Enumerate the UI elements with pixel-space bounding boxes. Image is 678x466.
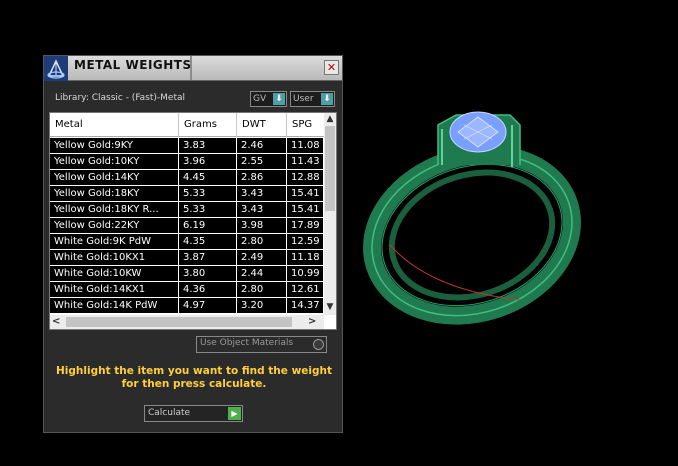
scroll-right-icon[interactable]: > xyxy=(308,315,320,329)
dwt-cell: 2.49 xyxy=(237,250,287,265)
spg-cell: 12.88 xyxy=(287,170,324,185)
ring-icon xyxy=(363,111,581,325)
use-object-materials-toggle[interactable]: Use Object Materials xyxy=(196,336,327,353)
table-row[interactable]: White Gold:9K PdW 4.35 2.80 12.59 xyxy=(50,234,324,250)
panel-title: METAL WEIGHTS xyxy=(74,58,192,72)
grams-cell: 3.83 xyxy=(179,138,237,153)
viewport: METAL WEIGHTS ✕ Library: Classic - (Fast… xyxy=(0,0,678,466)
toggle-circle-icon xyxy=(313,339,324,350)
grams-cell: 5.33 xyxy=(179,186,237,201)
title-separator xyxy=(190,56,192,80)
spg-cell: 12.59 xyxy=(287,234,324,249)
vertical-scrollbar[interactable]: ▲ ▼ xyxy=(324,113,336,315)
table-row[interactable]: White Gold:10KW 3.80 2.44 10.99 xyxy=(50,266,324,282)
grams-cell: 4.35 xyxy=(179,234,237,249)
column-header-grams[interactable]: Grams xyxy=(179,113,237,137)
column-header-metal[interactable]: Metal xyxy=(50,113,179,137)
dwt-cell: 3.20 xyxy=(237,298,287,313)
spg-cell: 15.41 xyxy=(287,202,324,217)
spg-cell: 12.61 xyxy=(287,282,324,297)
spg-cell: 11.08 xyxy=(287,138,324,153)
metal-cell: Yellow Gold:10KY xyxy=(50,154,179,169)
metal-cell: White Gold:10KX1 xyxy=(50,250,179,265)
table-row[interactable]: White Gold:14K PdW 4.97 3.20 14.37 xyxy=(50,298,324,314)
dwt-cell: 3.43 xyxy=(237,202,287,217)
logo-icon xyxy=(44,56,68,81)
spg-cell: 14.37 xyxy=(287,298,324,313)
library-label: Library: Classic - (Fast)-Metal xyxy=(55,93,186,103)
close-button[interactable]: ✕ xyxy=(324,60,339,75)
grams-cell: 4.45 xyxy=(179,170,237,185)
metal-weights-panel: METAL WEIGHTS ✕ Library: Classic - (Fast… xyxy=(43,55,343,433)
metal-cell: Yellow Gold:18KY R... xyxy=(50,202,179,217)
metal-cell: White Gold:14K PdW xyxy=(50,298,179,313)
use-object-materials-label: Use Object Materials xyxy=(200,338,294,348)
metal-cell: White Gold:14KX1 xyxy=(50,282,179,297)
scroll-up-icon[interactable]: ▲ xyxy=(324,113,336,125)
grams-cell: 6.19 xyxy=(179,218,237,233)
user-dropdown[interactable]: User ⬇ xyxy=(290,91,335,107)
dwt-cell: 2.46 xyxy=(237,138,287,153)
spg-cell: 17.89 xyxy=(287,218,324,233)
calculate-label: Calculate xyxy=(148,408,191,418)
grams-cell: 4.97 xyxy=(179,298,237,313)
metal-cell: Yellow Gold:22KY xyxy=(50,218,179,233)
calculate-button[interactable]: Calculate ▶ xyxy=(144,405,243,422)
gv-dropdown-label: GV xyxy=(253,94,267,104)
dropdown-arrow-icon: ⬇ xyxy=(321,93,333,105)
table-header: Metal Grams DWT SPG xyxy=(50,113,324,137)
table-row[interactable]: Yellow Gold:18KY 5.33 3.43 15.41 xyxy=(50,186,324,202)
table-row[interactable]: Yellow Gold:10KY 3.96 2.55 11.43 xyxy=(50,154,324,170)
dwt-cell: 2.80 xyxy=(237,234,287,249)
table-row[interactable]: White Gold:10KX1 3.87 2.49 11.18 xyxy=(50,250,324,266)
dwt-cell: 2.55 xyxy=(237,154,287,169)
spg-cell: 11.18 xyxy=(287,250,324,265)
table-row[interactable]: Yellow Gold:22KY 6.19 3.98 17.89 xyxy=(50,218,324,234)
table-row[interactable]: Yellow Gold:18KY R... 5.33 3.43 15.41 xyxy=(50,202,324,218)
dwt-cell: 3.98 xyxy=(237,218,287,233)
metal-cell: Yellow Gold:14KY xyxy=(50,170,179,185)
dropdown-arrow-icon: ⬇ xyxy=(273,93,285,105)
table-row[interactable]: Yellow Gold:9KY 3.83 2.46 11.08 xyxy=(50,138,324,154)
table-row[interactable]: Yellow Gold:14KY 4.45 2.86 12.88 xyxy=(50,170,324,186)
grams-cell: 3.80 xyxy=(179,266,237,281)
gv-dropdown[interactable]: GV ⬇ xyxy=(250,91,287,107)
grams-cell: 3.96 xyxy=(179,154,237,169)
spg-cell: 10.99 xyxy=(287,266,324,281)
dwt-cell: 3.43 xyxy=(237,186,287,201)
close-icon: ✕ xyxy=(326,61,337,74)
dwt-cell: 2.80 xyxy=(237,282,287,297)
metal-cell: Yellow Gold:18KY xyxy=(50,186,179,201)
spg-cell: 15.41 xyxy=(287,186,324,201)
user-dropdown-label: User xyxy=(293,94,314,104)
title-bar: METAL WEIGHTS ✕ xyxy=(44,56,342,81)
table-body: Yellow Gold:9KY 3.83 2.46 11.08 Yellow Gold… xyxy=(50,138,324,314)
horizontal-scroll-thumb[interactable] xyxy=(66,317,292,327)
vertical-scroll-thumb[interactable] xyxy=(325,126,335,211)
metal-cell: White Gold:9K PdW xyxy=(50,234,179,249)
grams-cell: 5.33 xyxy=(179,202,237,217)
grams-cell: 4.36 xyxy=(179,282,237,297)
dwt-cell: 2.44 xyxy=(237,266,287,281)
grams-cell: 3.87 xyxy=(179,250,237,265)
metal-cell: Yellow Gold:9KY xyxy=(50,138,179,153)
column-header-spg[interactable]: SPG xyxy=(287,113,324,137)
dwt-cell: 2.86 xyxy=(237,170,287,185)
spg-cell: 11.43 xyxy=(287,154,324,169)
metal-cell: White Gold:10KW xyxy=(50,266,179,281)
horizontal-scrollbar[interactable]: < > xyxy=(50,315,324,329)
scroll-down-icon[interactable]: ▼ xyxy=(324,301,336,313)
table-row[interactable]: White Gold:14KX1 4.36 2.80 12.61 xyxy=(50,282,324,298)
instruction-text: Highlight the item you want to find the … xyxy=(56,365,332,390)
scroll-left-icon[interactable]: < xyxy=(52,315,64,329)
play-icon: ▶ xyxy=(228,407,241,420)
metal-table: Metal Grams DWT SPG Yellow Gold:9KY 3.83 2… xyxy=(49,112,337,330)
column-header-dwt[interactable]: DWT xyxy=(237,113,287,137)
ring-3d-view[interactable] xyxy=(360,95,590,335)
